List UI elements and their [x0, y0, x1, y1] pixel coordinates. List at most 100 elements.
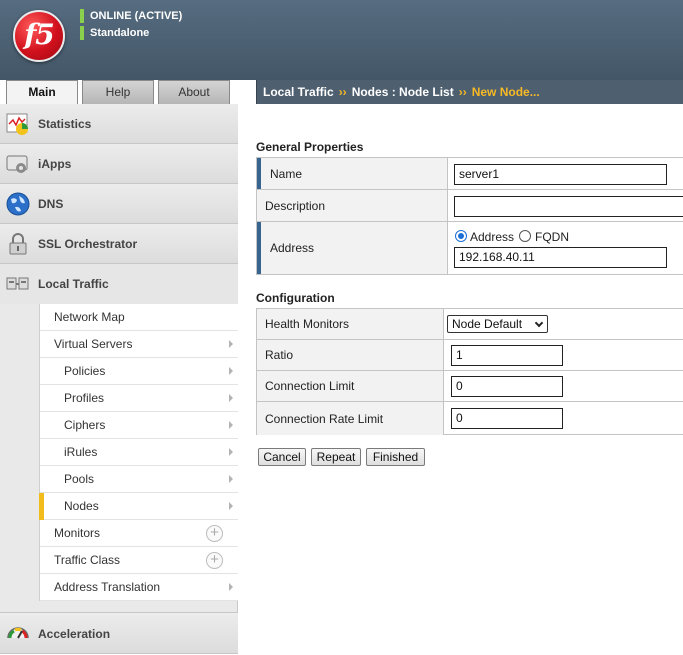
ratio-label: Ratio — [257, 340, 444, 370]
sidebar-item-label: iApps — [38, 157, 72, 171]
section-title-configuration: Configuration — [256, 291, 335, 305]
description-input[interactable] — [454, 196, 683, 217]
chevron-right-icon[interactable] — [229, 340, 233, 348]
fqdn-radio-label: FQDN — [535, 230, 569, 244]
gauge-icon — [7, 627, 29, 639]
chevron-right-icon[interactable] — [229, 583, 233, 591]
sidebar-item-statistics[interactable]: Statistics — [0, 104, 238, 144]
connection-limit-input[interactable]: 0 — [451, 376, 563, 397]
submenu-label: Traffic Class — [54, 553, 121, 567]
submenu-label: Pools — [64, 472, 95, 486]
sidebar-item-iapps[interactable]: iApps — [0, 144, 238, 184]
name-value-cell: server1 — [448, 158, 683, 189]
sidebar-item-monitors[interactable]: Monitors + — [40, 520, 238, 547]
sidebar-item-local-traffic[interactable]: Local Traffic — [0, 264, 238, 304]
tab-help[interactable]: Help — [82, 80, 154, 104]
sidebar-item-network-map[interactable]: Network Map — [40, 304, 238, 331]
sidebar-item-label: Local Traffic — [38, 277, 109, 291]
description-label: Description — [257, 190, 448, 221]
f5-logo[interactable]: f5 — [13, 10, 65, 62]
sidebar-item-address-translation[interactable]: Address Translation — [40, 574, 238, 601]
plus-circle-icon[interactable]: + — [206, 525, 223, 542]
chevron-right-icon[interactable] — [229, 502, 233, 510]
sidebar-item-virtual-servers[interactable]: Virtual Servers — [40, 331, 238, 358]
main-tabs: Main Help About — [0, 80, 238, 105]
chevron-down-icon — [534, 318, 544, 328]
breadcrumb-node-list[interactable]: Nodes : Node List — [352, 85, 454, 99]
fqdn-radio[interactable] — [519, 230, 531, 242]
cancel-button[interactable]: Cancel — [258, 448, 306, 466]
submenu-label: Ciphers — [64, 418, 106, 432]
submenu-label: Nodes — [64, 499, 99, 513]
tab-about[interactable]: About — [158, 80, 230, 104]
form-row-health-monitors: Health Monitors Node Default — [257, 309, 683, 340]
sidebar-item-ssl-orchestrator[interactable]: SSL Orchestrator — [0, 224, 238, 264]
form-row-connection-limit: Connection Limit 0 — [257, 371, 683, 402]
sidebar-item-acceleration[interactable]: Acceleration — [0, 612, 238, 654]
sidebar-item-irules[interactable]: iRules — [40, 439, 238, 466]
section-title-general: General Properties — [256, 140, 364, 154]
sidebar-item-dns[interactable]: DNS — [0, 184, 238, 224]
connection-limit-label: Connection Limit — [257, 371, 444, 401]
chevron-right-icon[interactable] — [229, 448, 233, 456]
finished-button[interactable]: Finished — [366, 448, 425, 466]
health-monitors-label: Health Monitors — [257, 309, 444, 339]
mode-text: Standalone — [80, 26, 149, 41]
tab-main[interactable]: Main — [6, 80, 78, 105]
chevron-right-icon[interactable] — [229, 421, 233, 429]
connection-limit-value-cell: 0 — [444, 371, 683, 401]
submenu-label: Policies — [64, 364, 106, 378]
submenu-label: Profiles — [64, 391, 105, 405]
submenu-label: iRules — [64, 445, 98, 459]
name-label: Name — [257, 158, 448, 189]
ratio-input[interactable]: 1 — [451, 345, 563, 366]
connection-rate-limit-input[interactable]: 0 — [451, 408, 563, 429]
repeat-button[interactable]: Repeat — [311, 448, 361, 466]
header-banner: f5 ONLINE (ACTIVE) Standalone — [0, 0, 683, 80]
breadcrumb-local-traffic[interactable]: Local Traffic — [263, 85, 334, 99]
sidebar-item-label: Statistics — [38, 117, 92, 131]
general-properties-table: Name server1 Description Address Address… — [256, 157, 683, 275]
chevron-right-icon[interactable] — [229, 394, 233, 402]
status-text: ONLINE (ACTIVE) — [80, 9, 182, 24]
chevron-right-icon[interactable] — [229, 367, 233, 375]
sidebar-item-label: DNS — [38, 197, 64, 211]
sidebar-item-policies[interactable]: Policies — [40, 358, 238, 385]
sidebar: Statistics iApps DNS SSL Orchestrator Lo… — [0, 104, 238, 654]
configuration-table: Health Monitors Node Default Ratio 1 Con… — [256, 308, 683, 435]
name-input[interactable]: server1 — [454, 164, 667, 185]
sidebar-item-traffic-class[interactable]: Traffic Class + — [40, 547, 238, 574]
sidebar-item-pools[interactable]: Pools — [40, 466, 238, 493]
statistics-icon — [6, 113, 28, 135]
submenu-label: Virtual Servers — [54, 337, 133, 351]
address-radio-label: Address — [470, 230, 515, 244]
breadcrumb: Local Traffic ›› Nodes : Node List ›› New No… — [256, 80, 683, 104]
health-monitors-value-cell: Node Default — [444, 309, 683, 339]
submenu-label: Address Translation — [54, 580, 161, 594]
form-row-description: Description — [257, 190, 683, 222]
lock-icon — [9, 233, 27, 255]
form-row-ratio: Ratio 1 — [257, 340, 683, 371]
breadcrumb-separator: ›› — [458, 85, 467, 99]
ratio-value-cell: 1 — [444, 340, 683, 370]
sidebar-item-profiles[interactable]: Profiles — [40, 385, 238, 412]
form-row-address: Address Address FQDN 192.168.40.11 — [257, 222, 683, 274]
new-node-form: General Properties Name server1 Descript… — [238, 104, 683, 654]
form-row-name: Name server1 — [257, 158, 683, 190]
sidebar-item-nodes[interactable]: Nodes — [39, 493, 238, 520]
submenu-label: Network Map — [54, 310, 125, 324]
sidebar-item-label: SSL Orchestrator — [38, 237, 138, 251]
address-radio[interactable] — [455, 230, 467, 242]
health-monitors-select[interactable]: Node Default — [447, 315, 548, 333]
local-traffic-submenu: Network Map Virtual Servers Policies Pro… — [39, 304, 238, 601]
plus-circle-icon[interactable]: + — [206, 552, 223, 569]
health-monitors-selected: Node Default — [452, 317, 523, 331]
breadcrumb-current: New Node... — [471, 85, 540, 99]
globe-icon — [6, 192, 30, 216]
sidebar-item-ciphers[interactable]: Ciphers — [40, 412, 238, 439]
breadcrumb-separator: ›› — [338, 85, 347, 99]
chevron-right-icon[interactable] — [229, 475, 233, 483]
connection-rate-limit-label: Connection Rate Limit — [257, 402, 444, 435]
description-value-cell — [448, 190, 683, 221]
address-input[interactable]: 192.168.40.11 — [454, 247, 667, 268]
